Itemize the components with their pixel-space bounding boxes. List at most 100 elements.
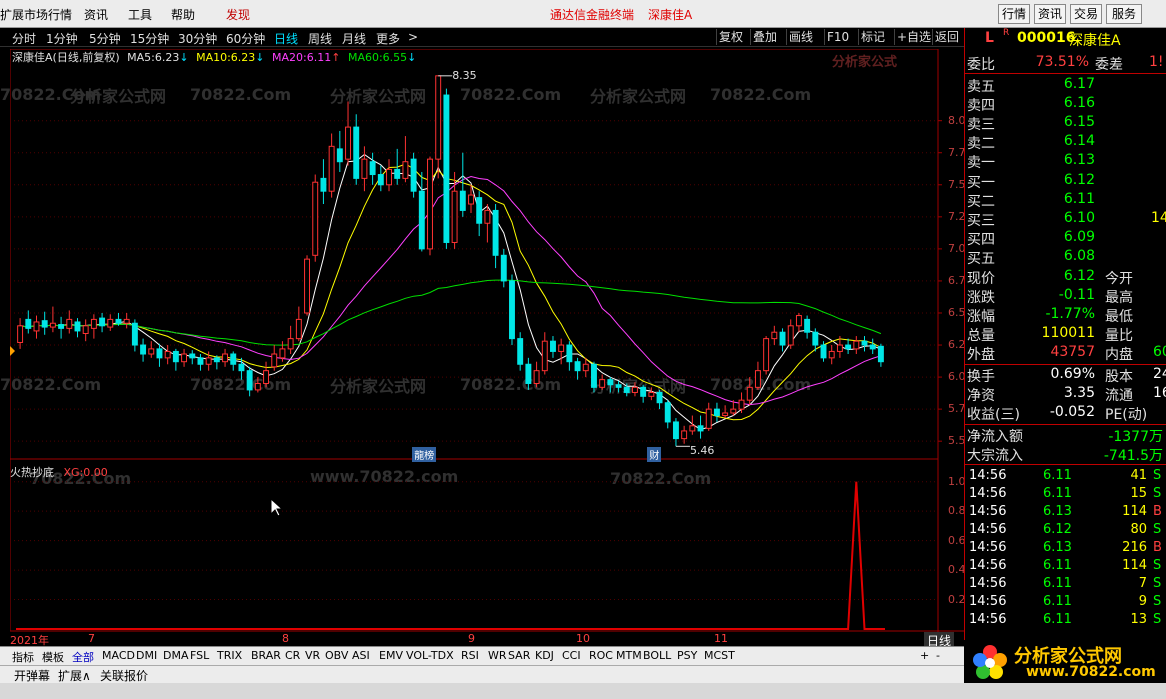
tick-side: S: [1153, 612, 1162, 627]
candle-body: [845, 344, 852, 350]
candle-body: [49, 322, 56, 328]
tick-side: S: [1153, 468, 1162, 483]
indicator-tab[interactable]: 全部: [72, 649, 94, 665]
ask-row[interactable]: 卖四 6.16: [965, 95, 1166, 114]
weicha-value: 1!: [1149, 54, 1164, 70]
candle-body: [17, 325, 24, 343]
candle-body: [533, 370, 540, 384]
ask-row[interactable]: 卖五 6.17: [965, 76, 1166, 95]
stat-value: 110011: [1041, 325, 1095, 341]
tick-row: 14:56 6.13 114 B: [965, 504, 1166, 522]
menu-item-news[interactable]: 资讯: [84, 6, 108, 23]
menu-item-market[interactable]: 扩展市场行情: [0, 6, 72, 23]
extension-item[interactable]: 关联报价: [100, 667, 148, 684]
candle-body: [525, 363, 532, 384]
ask-row[interactable]: 卖二 6.14: [965, 133, 1166, 152]
indicator-tab[interactable]: RSI: [461, 649, 479, 662]
period-5min[interactable]: 5分钟: [89, 30, 121, 47]
period-daily[interactable]: 日线: [274, 30, 298, 47]
indicator-tab[interactable]: ASI: [352, 649, 370, 662]
indicator-tab[interactable]: 指标: [12, 649, 34, 665]
indicator-tab[interactable]: BRAR: [251, 649, 281, 662]
add-watchlist-button[interactable]: +自选: [894, 29, 933, 45]
ma5-value: 6.23: [154, 51, 180, 64]
news-button[interactable]: 资讯: [1034, 4, 1066, 24]
mark-button[interactable]: 标记: [858, 29, 887, 45]
indicator-tab[interactable]: 模板: [42, 649, 64, 665]
indicator-tab[interactable]: CR: [285, 649, 300, 662]
indicator-tab[interactable]: MACD: [102, 649, 135, 662]
indicator-tab[interactable]: EMV: [379, 649, 403, 662]
indicator-tab[interactable]: MTM: [616, 649, 642, 662]
menu-item-discover[interactable]: 发现: [226, 6, 250, 23]
candle-body: [713, 408, 720, 417]
candle-body: [107, 318, 114, 328]
indicator-tab[interactable]: PSY: [677, 649, 697, 662]
draw-line-button[interactable]: 画线: [786, 29, 815, 45]
overlay-button[interactable]: 叠加: [750, 29, 779, 45]
service-button[interactable]: 服务: [1106, 4, 1142, 24]
indicator-tab[interactable]: FSL: [190, 649, 209, 662]
menu-item-tools[interactable]: 工具: [128, 6, 152, 23]
indicator-tab[interactable]: MCST: [704, 649, 735, 662]
indicator-tab[interactable]: TRIX: [217, 649, 242, 662]
bid-row[interactable]: 买一 6.12: [965, 172, 1166, 191]
candle-body: [295, 318, 302, 340]
tick-row: 14:56 6.11 9 S: [965, 594, 1166, 612]
restore-rights-button[interactable]: 复权: [716, 29, 745, 45]
period-60min[interactable]: 60分钟: [226, 30, 265, 47]
indicator-tab[interactable]: ROC: [589, 649, 613, 662]
xg-label: XG:: [63, 466, 84, 479]
indicator-tab[interactable]: SAR: [508, 649, 530, 662]
tick-volume: 15: [1130, 486, 1147, 501]
bid-row[interactable]: 买二 6.11: [965, 191, 1166, 210]
trade-button[interactable]: 交易: [1070, 4, 1102, 24]
period-more[interactable]: 更多: [376, 30, 400, 47]
arrow-down-icon: ↓: [407, 51, 417, 64]
ask-row[interactable]: 卖一 6.13: [965, 152, 1166, 171]
f10-button[interactable]: F10: [824, 29, 851, 45]
period-1min[interactable]: 1分钟: [46, 30, 78, 47]
indicator-tab[interactable]: OBV: [325, 649, 348, 662]
bid-row[interactable]: 买四 6.09: [965, 229, 1166, 248]
quote-button[interactable]: 行情: [998, 4, 1030, 24]
extension-item[interactable]: 开弹幕: [14, 667, 50, 684]
zoom-in-button[interactable]: +: [920, 649, 929, 662]
indicator-tab[interactable]: BOLL: [643, 649, 671, 662]
stat-right-value: 60: [1153, 344, 1166, 360]
candle-body: [631, 386, 638, 393]
ask-row[interactable]: 卖三 6.15: [965, 114, 1166, 133]
period-weekly[interactable]: 周线: [308, 30, 332, 47]
period-monthly[interactable]: 月线: [342, 30, 366, 47]
flower-logo-icon: [973, 645, 1007, 679]
finance-badge[interactable]: 财: [647, 447, 662, 462]
period-intraday[interactable]: 分时: [12, 30, 36, 47]
kline-chart[interactable]: [10, 49, 965, 646]
indicator-tab[interactable]: WR: [488, 649, 507, 662]
zoom-out-button[interactable]: -: [936, 649, 940, 662]
bid-price: 6.10: [1063, 210, 1095, 226]
extension-item[interactable]: 扩展∧: [58, 667, 91, 684]
back-button[interactable]: 返回: [932, 29, 961, 45]
candle-body: [853, 340, 860, 350]
indicator-tab[interactable]: VOL-TDX: [406, 649, 454, 662]
tick-volume: 13: [1130, 612, 1147, 627]
menu-item-help[interactable]: 帮助: [171, 6, 195, 23]
indicator-tab[interactable]: DMI: [136, 649, 157, 662]
candle-body: [820, 344, 827, 359]
tick-time: 14:56: [969, 522, 1007, 537]
indicator-tab[interactable]: VR: [305, 649, 320, 662]
bid-row[interactable]: 买五 6.08: [965, 248, 1166, 267]
dragon-tiger-badge[interactable]: 龍榜: [412, 447, 437, 462]
indicator-tab[interactable]: DMA: [163, 649, 189, 662]
chart-area[interactable]: 70822.Com 分析家公式网 70822.Com 分析家公式网 70822.…: [0, 49, 973, 649]
ma60-label: MA60:: [347, 51, 383, 64]
period-more-arrow-icon[interactable]: >: [408, 30, 418, 44]
period-15min[interactable]: 15分钟: [130, 30, 169, 47]
indicator-tab[interactable]: KDJ: [535, 649, 554, 662]
period-30min[interactable]: 30分钟: [178, 30, 217, 47]
tick-row: 14:56 6.11 114 S: [965, 558, 1166, 576]
indicator-tab[interactable]: CCI: [562, 649, 581, 662]
candle-body: [517, 338, 524, 365]
bid-row[interactable]: 买三 6.10 14: [965, 210, 1166, 229]
